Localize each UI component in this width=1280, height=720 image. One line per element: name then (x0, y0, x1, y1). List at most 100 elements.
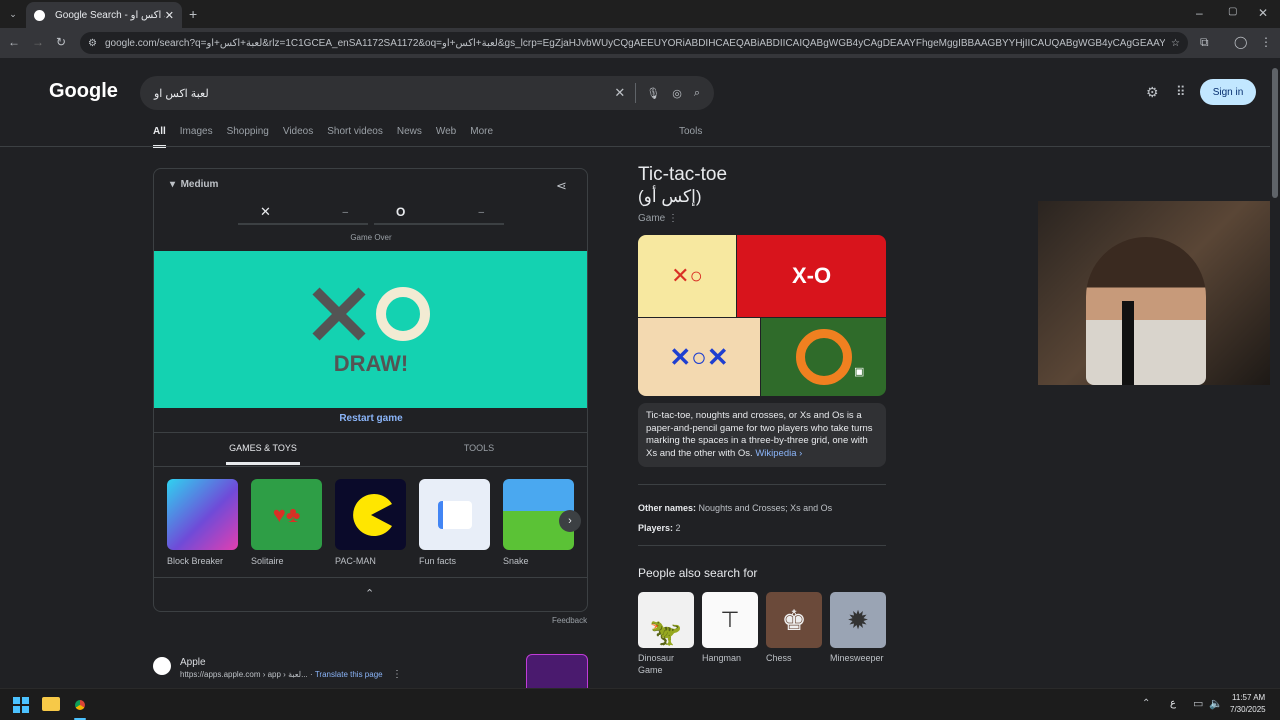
kp-other-names: Other names: Noughts and Crosses; Xs and… (638, 503, 833, 513)
game-status: Game Over (350, 233, 392, 242)
feedback-link[interactable]: Feedback (552, 616, 587, 625)
site-info-icon[interactable]: ⚙ (88, 38, 97, 49)
kp-more-icon[interactable]: ⋮ (668, 213, 678, 224)
kp-type: Game ⋮ (638, 213, 679, 224)
reload-icon[interactable]: ↻ (56, 35, 66, 49)
bookmark-star-icon[interactable]: ☆ (1171, 38, 1180, 49)
clock-date[interactable]: 7/30/2025 (1230, 705, 1266, 714)
google-results-page: Google لعبة اكس او ✕ 🎙 ◎ ⌕ ⚙ ⠿ Sign in A… (0, 58, 1270, 688)
scrollbar-thumb[interactable] (1272, 68, 1278, 198)
x-icon: ✕ (260, 204, 271, 219)
carousel-next-button[interactable]: › (559, 510, 581, 532)
translate-link[interactable]: Translate this page (315, 670, 383, 679)
kp-title: Tic-tac-toe (638, 164, 728, 185)
apps-grid-icon[interactable]: ⠿ (1176, 84, 1186, 100)
result-url: https://apps.apple.com › app › لعبة... ·… (180, 670, 383, 679)
tools-button[interactable]: Tools (679, 126, 702, 137)
kp-image-grid[interactable]: ✕○ X-O ✕○✕ ▣ (638, 235, 886, 396)
wikipedia-link[interactable]: Wikipedia › (755, 448, 802, 459)
game-fun-facts[interactable]: Fun facts (419, 479, 490, 566)
close-window-icon[interactable]: ✕ (1258, 6, 1268, 20)
address-bar[interactable]: ⚙ google.com/search?q=لعبة+اكس+او&rlz=1C… (80, 32, 1188, 54)
pas-hangman[interactable]: ⊤ Hangman (702, 592, 758, 664)
streamer-figure (1086, 237, 1206, 385)
kp-image-1[interactable]: ✕○ (638, 235, 736, 317)
display-icon[interactable]: ▭ (1193, 697, 1203, 710)
settings-gear-icon[interactable]: ⚙ (1146, 84, 1159, 101)
tab-list-icon[interactable]: ⌄ (6, 7, 20, 21)
maximize-icon[interactable]: ▢ (1228, 6, 1237, 17)
restart-game-button[interactable]: Restart game (154, 413, 587, 424)
tab-tools[interactable]: TOOLS (444, 443, 514, 453)
search-box[interactable]: لعبة اكس او ✕ 🎙 ◎ ⌕ (140, 76, 714, 110)
back-icon[interactable]: ← (8, 35, 20, 49)
tab-games-toys[interactable]: GAMES & TOYS (226, 443, 300, 465)
tab-images[interactable]: Images (180, 126, 213, 148)
browser-tab[interactable]: Google Search - لعبة اكس او ✕ (26, 2, 182, 28)
tab-shopping[interactable]: Shopping (227, 126, 269, 148)
game-block-breaker[interactable]: Block Breaker (167, 479, 238, 566)
tab-title: Google Search - لعبة اكس او (55, 9, 165, 21)
minimize-icon[interactable]: – (1196, 6, 1203, 20)
pas-chess[interactable]: ♚ Chess (766, 592, 822, 664)
sign-in-button[interactable]: Sign in (1200, 79, 1256, 105)
google-logo[interactable]: Google (49, 80, 118, 103)
tab-all[interactable]: All (153, 126, 166, 148)
draw-result: DRAW! (333, 351, 409, 376)
page-scrollbar[interactable] (1270, 58, 1280, 688)
share-icon[interactable]: ⋖ (556, 178, 567, 194)
menu-icon[interactable]: ⋮ (1260, 35, 1272, 49)
result-site-name[interactable]: Apple (180, 657, 206, 668)
tray-overflow-icon[interactable]: ⌃ (1142, 698, 1150, 709)
extensions-icon[interactable]: ⧉ (1200, 35, 1209, 50)
tab-videos[interactable]: Videos (283, 126, 313, 148)
new-tab-icon[interactable]: + (189, 6, 197, 22)
clock-time[interactable]: 11:57 AM (1232, 693, 1265, 702)
forward-icon[interactable]: → (32, 35, 44, 49)
apple-favicon (153, 657, 171, 675)
profile-icon[interactable]: ◯ (1234, 35, 1247, 49)
url-text: google.com/search?q=لعبة+اكس+او&rlz=1C1G… (104, 37, 1166, 49)
kp-image-3[interactable]: ✕○✕ (638, 318, 760, 396)
result-menu-icon[interactable]: ⋮ (392, 669, 402, 680)
tic-tac-toe-game-card: ▾ Medium ⋖ ✕ – O – Game Over DRAW! Resta… (153, 168, 588, 612)
clear-icon[interactable]: ✕ (614, 85, 625, 101)
more-images-icon[interactable]: ▣ (854, 365, 864, 378)
search-input[interactable]: لعبة اكس او (154, 87, 604, 100)
lens-icon[interactable]: ◎ (672, 87, 682, 100)
result-thumbnail[interactable] (526, 654, 588, 688)
difficulty-dropdown[interactable]: ▾ Medium (170, 179, 218, 190)
file-explorer-icon[interactable] (42, 697, 60, 711)
collapse-chevron-icon[interactable]: ⌃ (365, 587, 374, 600)
search-tabs: All Images Shopping Videos Short videos … (153, 126, 507, 148)
game-pac-man[interactable]: PAC-MAN (335, 479, 406, 566)
input-language[interactable]: ع (1170, 698, 1176, 709)
close-tab-icon[interactable]: ✕ (165, 9, 174, 22)
tab-more[interactable]: More (470, 126, 493, 148)
tab-strip: ⌄ Google Search - لعبة اكس او ✕ + – ▢ ✕ (0, 0, 1280, 28)
tab-web[interactable]: Web (436, 126, 456, 148)
pacman-icon (352, 493, 392, 536)
google-favicon-icon (34, 9, 45, 21)
kp-image-4[interactable] (761, 318, 886, 396)
webcam-overlay (1038, 201, 1270, 385)
game-solitaire[interactable]: ♥♣ Solitaire (251, 479, 322, 566)
chrome-taskbar-icon[interactable] (71, 696, 89, 714)
game-board[interactable]: DRAW! (154, 251, 587, 408)
microphone-arm (1122, 301, 1134, 385)
pas-dinosaur-game[interactable]: 🦖 Dinosaur Game (638, 592, 694, 676)
kp-players: Players: 2 (638, 523, 681, 533)
cards-icon (437, 500, 472, 529)
microphone-icon[interactable]: 🎙 (646, 87, 660, 100)
kp-image-2[interactable]: X-O (737, 235, 886, 317)
o-icon: O (396, 205, 406, 219)
tab-short-videos[interactable]: Short videos (327, 126, 383, 148)
people-also-search-title: People also search for (638, 566, 758, 580)
volume-icon[interactable]: 🔈 (1209, 697, 1223, 710)
xo-graphic (312, 287, 430, 341)
tab-news[interactable]: News (397, 126, 422, 148)
player-o-score: O – (374, 201, 504, 225)
windows-start-icon[interactable] (13, 697, 29, 713)
search-icon[interactable]: ⌕ (694, 87, 700, 100)
pas-minesweeper[interactable]: ✹ Minesweeper (830, 592, 886, 664)
